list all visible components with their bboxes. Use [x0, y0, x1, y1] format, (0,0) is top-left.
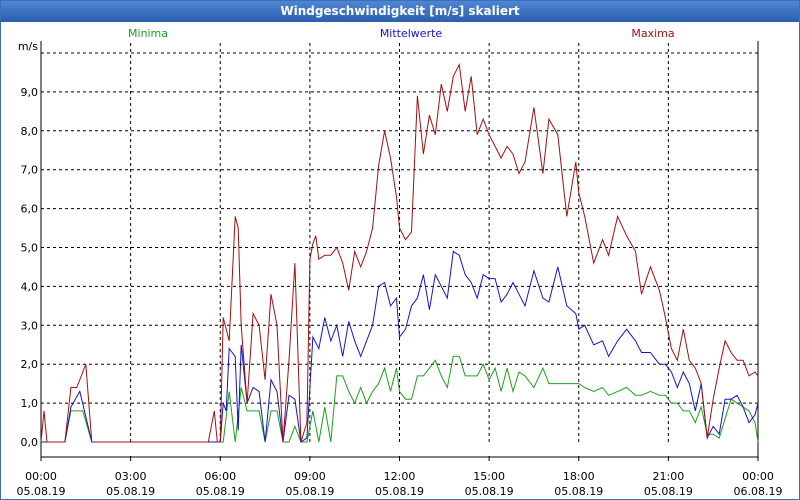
x-tick-time: 18:00 [563, 470, 595, 483]
x-tick-time: 00:00 [25, 470, 57, 483]
y-tick-label: 1,0 [21, 397, 39, 410]
grid [41, 43, 758, 442]
legend-minima: Minima [128, 27, 168, 40]
y-axis-unit: m/s [18, 40, 38, 53]
x-tick-date: 05.08.19 [554, 485, 603, 498]
x-tick-time: 12:00 [384, 470, 416, 483]
x-tick-date: 05.08.19 [375, 485, 424, 498]
x-tick-date: 05.08.19 [644, 485, 693, 498]
legend-maxima: Maxima [631, 27, 674, 40]
y-tick-label: 6,0 [21, 203, 39, 216]
x-tick-date: 05.08.19 [17, 485, 66, 498]
x-tick-time: 03:00 [115, 470, 147, 483]
y-tick-label: 8,0 [21, 125, 39, 138]
x-tick-time: 06:00 [204, 470, 236, 483]
x-tick-date: 06.08.19 [734, 485, 783, 498]
x-tick-date: 05.08.19 [465, 485, 514, 498]
y-tick-label: 5,0 [21, 242, 39, 255]
x-tick-time: 09:00 [294, 470, 326, 483]
x-tick-time: 00:00 [742, 470, 774, 483]
chart-window: Windgeschwindigkeit [m/s] skaliert 0,0 1,… [0, 0, 800, 500]
y-tick-label: 9,0 [21, 86, 39, 99]
legend-mittelwerte: Mittelwerte [380, 27, 443, 40]
y-tick-label: 4,0 [21, 280, 39, 293]
y-tick-label: 3,0 [21, 319, 39, 332]
legend: Minima Mittelwerte Maxima [128, 27, 675, 40]
y-tick-label: 0,0 [21, 436, 39, 449]
y-tick-label: 7,0 [21, 164, 39, 177]
x-tick-date: 05.08.19 [285, 485, 334, 498]
line-chart: 0,0 1,0 2,0 3,0 4,0 5,0 6,0 7,0 8,0 9,0 m/s 00:00 05… [17, 27, 783, 498]
x-tick-time: 15:00 [473, 470, 505, 483]
y-tick-label: 2,0 [21, 358, 39, 371]
x-tick-date: 05.08.19 [106, 485, 155, 498]
x-tick-date: 05.08.19 [196, 485, 245, 498]
x-tick-time: 21:00 [653, 470, 685, 483]
